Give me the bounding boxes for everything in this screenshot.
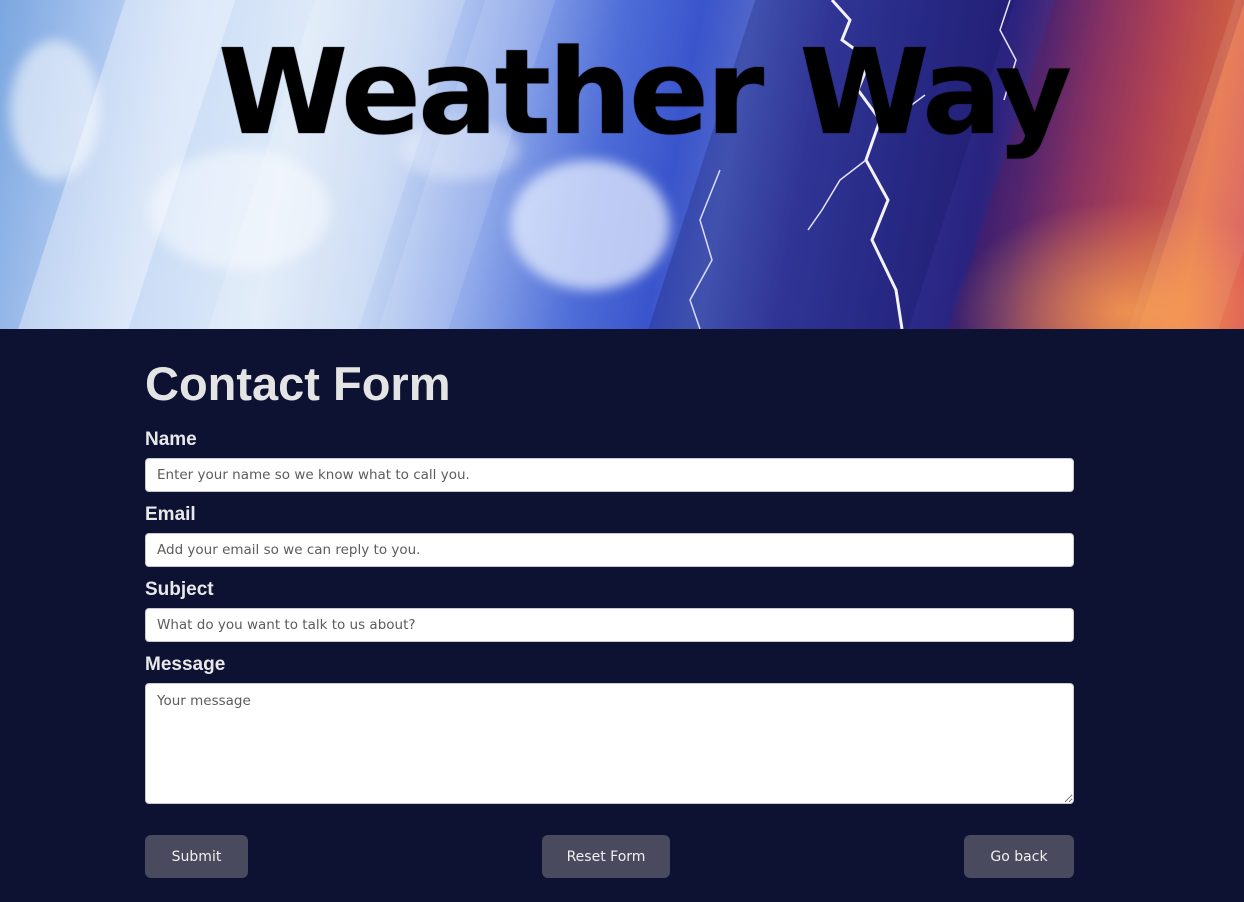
message-textarea[interactable] bbox=[145, 683, 1074, 804]
email-group: Email bbox=[145, 503, 1074, 567]
submit-button[interactable]: Submit bbox=[145, 835, 248, 878]
site-title: Weather Way bbox=[218, 23, 1072, 161]
name-label: Name bbox=[145, 429, 197, 450]
subject-group: Subject bbox=[145, 578, 1074, 642]
weather-banner: Weather Way bbox=[0, 0, 1244, 329]
message-label: Message bbox=[145, 654, 226, 675]
go-back-button[interactable]: Go back bbox=[964, 835, 1074, 878]
name-group: Name bbox=[145, 428, 1074, 492]
contact-form-section: Contact Form Name Email Subject Message … bbox=[145, 329, 1074, 878]
message-group: Message bbox=[145, 653, 1074, 804]
subject-input[interactable] bbox=[145, 608, 1074, 642]
form-actions: Submit Reset Form Go back bbox=[145, 835, 1074, 878]
email-input[interactable] bbox=[145, 533, 1074, 567]
subject-label: Subject bbox=[145, 579, 214, 600]
contact-form: Name Email Subject Message Submit Reset … bbox=[145, 428, 1074, 878]
reset-form-button[interactable]: Reset Form bbox=[542, 835, 670, 878]
email-label: Email bbox=[145, 504, 196, 525]
name-input[interactable] bbox=[145, 458, 1074, 492]
page-title: Contact Form bbox=[145, 357, 451, 410]
